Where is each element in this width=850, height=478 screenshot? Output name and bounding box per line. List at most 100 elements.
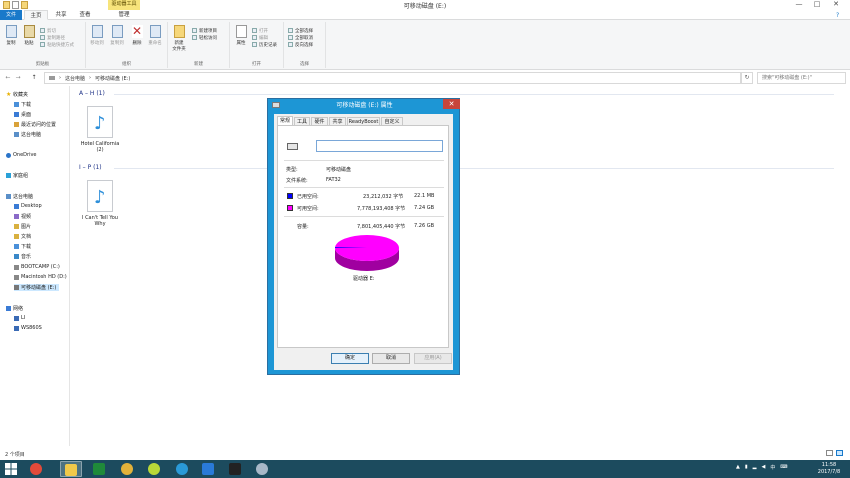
address-bar[interactable]: › 这台电脑 › 可移动磁盘 (E:) (44, 72, 741, 84)
taskbar-app-3[interactable] (88, 461, 110, 477)
new-folder-button[interactable]: 新建 文件夹 (170, 25, 188, 52)
copy-to-button[interactable]: 复制到 (108, 25, 126, 46)
ime-indicator[interactable]: 中 (770, 464, 775, 471)
nav-homegroup[interactable]: 家庭组 (6, 172, 28, 179)
taskbar-app-4[interactable] (116, 461, 138, 477)
invert-selection-button[interactable]: 反向选择 (288, 41, 313, 48)
help-icon[interactable]: ? (836, 12, 839, 19)
nav-this-pc-fav[interactable]: 这台电脑 (14, 131, 41, 138)
apply-button[interactable]: 应用(A) (414, 353, 452, 364)
nav-network[interactable]: 网络 (6, 305, 23, 312)
history-button[interactable]: 历史记录 (252, 41, 277, 48)
volume-icon[interactable]: ◀ (761, 464, 765, 471)
nav-net-ws860s[interactable]: WS860S (14, 325, 42, 331)
cut-button[interactable]: 剪切 (40, 27, 74, 34)
network-icon[interactable]: ▂ (753, 464, 757, 471)
search-input[interactable]: 搜索"可移动磁盘 (E:)" (757, 72, 846, 84)
easy-access-icon (192, 35, 197, 40)
paste-button[interactable]: 粘贴 (20, 25, 38, 46)
taskbar-file-explorer[interactable] (60, 461, 82, 477)
taskbar-app-5[interactable] (143, 461, 165, 477)
details-view-icon[interactable] (826, 450, 833, 456)
back-button[interactable]: ← (4, 73, 12, 82)
capacity-label: 容量: (297, 224, 309, 230)
nav-drive-c[interactable]: BOOTCAMP (C:) (14, 264, 60, 270)
file-item[interactable]: ♪ Hotel California (2) (77, 106, 123, 153)
delete-button[interactable]: ✕ 删除 (128, 25, 146, 46)
separator (284, 160, 444, 161)
breadcrumb-drive[interactable]: 可移动磁盘 (E:) (95, 75, 130, 82)
up-button[interactable]: ↑ (30, 73, 38, 82)
nav-pc-desktop[interactable]: Desktop (14, 203, 42, 209)
tab-view[interactable]: 查看 (74, 10, 96, 20)
usb-drive-icon (272, 102, 280, 108)
close-button[interactable]: ✕ (829, 0, 843, 10)
minimize-button[interactable]: — (792, 0, 806, 10)
content-area: A – H (1) ♪ Hotel California (2) I – P (… (70, 86, 850, 446)
taskbar-app-9[interactable] (251, 461, 273, 477)
ok-button[interactable]: 确定 (331, 353, 369, 364)
nav-pc-downloads[interactable]: 下载 (14, 243, 31, 250)
copy-path-icon (40, 35, 45, 40)
edit-button[interactable]: 编辑 (252, 34, 277, 41)
usb-drive-icon (14, 285, 19, 290)
new-item-button[interactable]: 新建项目 (192, 27, 217, 34)
nav-onedrive[interactable]: OneDrive (6, 152, 37, 158)
nav-net-li[interactable]: LI (14, 315, 25, 321)
refresh-button[interactable]: ↻ (741, 72, 753, 84)
rename-button[interactable]: 重命名 (146, 25, 164, 46)
tab-home[interactable]: 主页 (24, 10, 48, 20)
copy-path-button[interactable]: 复制路径 (40, 34, 74, 41)
clock[interactable]: 11:58 2017/7/8 (812, 462, 846, 476)
picture-icon (14, 224, 19, 229)
easy-access-button[interactable]: 轻松访问 (192, 34, 217, 41)
download-icon (14, 102, 19, 107)
nav-music[interactable]: 音乐 (14, 253, 31, 260)
nav-videos[interactable]: 视频 (14, 213, 31, 220)
windows-start-icon[interactable] (5, 463, 17, 475)
window-title: 可移动磁盘 (E:) (403, 3, 447, 10)
nav-drive-e[interactable]: 可移动磁盘 (E:) (14, 284, 60, 291)
nav-this-pc[interactable]: 这台电脑 (6, 193, 33, 200)
nav-documents[interactable]: 文档 (14, 233, 31, 240)
rename-icon (149, 25, 161, 38)
keyboard-icon[interactable]: ⌨ (780, 464, 787, 471)
taskbar-app-6[interactable] (171, 461, 193, 477)
nav-drive-d[interactable]: Macintosh HD (D:) (14, 274, 67, 280)
select-all-button[interactable]: 全部选择 (288, 27, 313, 34)
breadcrumb-this-pc[interactable]: 这台电脑 (65, 75, 85, 82)
forward-button[interactable]: → (14, 73, 22, 82)
cancel-button[interactable]: 取消 (372, 353, 410, 364)
copy-button[interactable]: 复制 (2, 25, 20, 46)
dialog-close-button[interactable]: ✕ (443, 99, 460, 109)
group-header[interactable]: A – H (1) (79, 90, 105, 97)
volume-name-input[interactable] (316, 140, 443, 152)
nav-pictures[interactable]: 图片 (14, 223, 31, 230)
nav-desktop[interactable]: 桌面 (14, 111, 31, 118)
nav-downloads[interactable]: 下载 (14, 101, 31, 108)
file-item[interactable]: ♪ I Can't Tell You Why (77, 180, 123, 227)
properties-button[interactable]: 属性 (232, 25, 250, 46)
tab-share[interactable]: 共享 (50, 10, 72, 20)
maximize-button[interactable]: □ (810, 0, 824, 10)
group-header[interactable]: I – P (1) (79, 164, 102, 171)
taskbar-app-7[interactable] (197, 461, 219, 477)
open-button[interactable]: 打开 (252, 27, 277, 34)
group-label: 新建 (194, 62, 203, 67)
music-icon (14, 254, 19, 259)
paste-shortcut-button[interactable]: 粘贴快捷方式 (40, 41, 74, 48)
nav-recent[interactable]: 最近访问的位置 (14, 121, 56, 128)
select-none-button[interactable]: 全部取消 (288, 34, 313, 41)
nav-favorites[interactable]: ★ 收藏夹 (6, 91, 28, 99)
move-to-icon (91, 25, 103, 38)
tab-manage[interactable]: 管理 (108, 10, 140, 20)
large-icons-view-icon[interactable] (836, 450, 843, 456)
move-to-button[interactable]: 移动到 (88, 25, 106, 46)
battery-icon[interactable]: ▮ (745, 464, 748, 471)
tab-file[interactable]: 文件 (0, 10, 22, 20)
tray-up-arrow-icon[interactable]: ▲ (736, 464, 740, 471)
taskbar-app-1[interactable] (25, 461, 47, 477)
open-group: 属性 打开 编辑 历史记录 打开 (230, 22, 284, 68)
taskbar-app-8[interactable] (224, 461, 246, 477)
separator (284, 187, 444, 188)
